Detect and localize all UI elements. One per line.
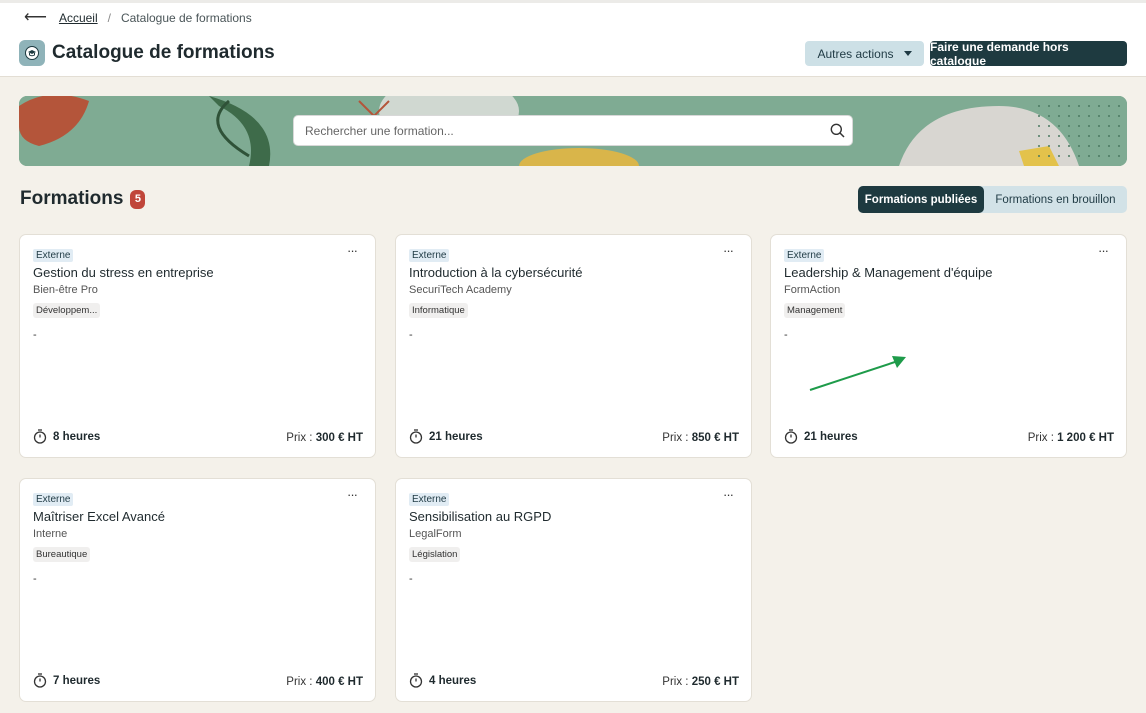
tab-draft[interactable]: Formations en brouillon	[984, 186, 1127, 213]
category-tag: Management	[784, 303, 846, 318]
more-options-icon[interactable]: ···	[347, 488, 358, 501]
card-provider: LegalForm	[409, 528, 462, 540]
card-price: Prix : 850 € HT	[662, 432, 739, 444]
price-label: Prix :	[286, 432, 316, 444]
stopwatch-icon	[409, 429, 423, 444]
tab-published[interactable]: Formations publiées	[858, 186, 984, 213]
search-box	[293, 115, 853, 146]
category-tag: Bureautique	[33, 547, 91, 562]
card-duration: 4 heures	[409, 673, 476, 688]
card-title: Sensibilisation au RGPD	[409, 509, 552, 524]
type-badge: Externe	[409, 249, 450, 262]
more-options-icon[interactable]: ···	[723, 488, 734, 501]
category-tag: Développem...	[33, 303, 101, 318]
card-description: -	[784, 329, 788, 341]
card-price: Prix : 1 200 € HT	[1028, 432, 1114, 444]
card-provider: SecuriTech Academy	[409, 284, 512, 296]
price-label: Prix :	[662, 432, 692, 444]
type-badge: Externe	[409, 493, 450, 506]
card-description: -	[33, 329, 37, 341]
card-duration: 7 heures	[33, 673, 100, 688]
hero-banner	[19, 96, 1127, 166]
stopwatch-icon	[409, 673, 423, 688]
breadcrumb-home-link[interactable]: Accueil	[59, 11, 98, 25]
more-options-icon[interactable]: ···	[723, 244, 734, 257]
card-title: Maîtriser Excel Avancé	[33, 509, 165, 524]
card-provider: Interne	[33, 528, 68, 540]
training-card[interactable]: Externe ··· Leadership & Management d'éq…	[770, 234, 1127, 458]
type-badge: Externe	[33, 249, 74, 262]
card-duration: 8 heures	[33, 429, 100, 444]
breadcrumb-separator: /	[107, 11, 111, 25]
price-label: Prix :	[1027, 432, 1058, 444]
category-tag: Informatique	[409, 303, 468, 318]
price-value: 850 € HT	[691, 432, 739, 444]
card-description: -	[409, 573, 413, 585]
card-price: Prix : 250 € HT	[662, 676, 739, 688]
price-value: 400 € HT	[315, 676, 363, 688]
card-price: Prix : 300 € HT	[286, 432, 363, 444]
category-tag: Législation	[409, 547, 461, 562]
card-description: -	[33, 573, 37, 585]
card-title: Leadership & Management d'équipe	[784, 265, 993, 280]
card-provider: FormAction	[784, 284, 841, 296]
section-heading: Formations 5	[20, 188, 146, 210]
type-badge: Externe	[784, 249, 825, 262]
other-actions-dropdown[interactable]: Autres actions	[805, 41, 924, 66]
stopwatch-icon	[33, 673, 47, 688]
price-value: 300 € HT	[315, 432, 363, 444]
stopwatch-icon	[33, 429, 47, 444]
card-price: Prix : 400 € HT	[286, 676, 363, 688]
card-title: Gestion du stress en entreprise	[33, 265, 214, 280]
price-label: Prix :	[286, 676, 316, 688]
price-value: 250 € HT	[691, 676, 739, 688]
card-provider: Bien-être Pro	[33, 284, 98, 296]
breadcrumb: ⟵ Accueil / Catalogue de formations	[24, 10, 252, 26]
price-value: 1 200 € HT	[1057, 432, 1114, 444]
more-options-icon[interactable]: ···	[1098, 244, 1109, 257]
training-card[interactable]: Externe ··· Sensibilisation au RGPD Lega…	[395, 478, 752, 702]
page-title: Catalogue de formations	[52, 42, 275, 63]
page-header: ⟵ Accueil / Catalogue de formations Cata…	[0, 0, 1146, 77]
type-badge: Externe	[33, 493, 74, 506]
card-description: -	[409, 329, 413, 341]
request-off-catalogue-button[interactable]: Faire une demande hors catalogue	[930, 40, 1127, 68]
duration-value: 7 heures	[53, 674, 101, 687]
training-card[interactable]: Externe ··· Gestion du stress en entrepr…	[19, 234, 376, 458]
stopwatch-icon	[784, 429, 798, 444]
card-title: Introduction à la cybersécurité	[409, 265, 583, 280]
more-options-icon[interactable]: ···	[347, 244, 358, 257]
other-actions-label: Autres actions	[817, 46, 894, 61]
caret-down-icon	[903, 51, 912, 56]
duration-value: 4 heures	[429, 674, 477, 687]
back-arrow-icon[interactable]: ⟵	[24, 10, 47, 26]
duration-value: 21 heures	[804, 430, 858, 443]
duration-value: 21 heures	[429, 430, 483, 443]
card-duration: 21 heures	[409, 429, 483, 444]
duration-value: 8 heures	[53, 430, 101, 443]
count-badge: 5	[130, 189, 146, 209]
graduation-cap-icon	[19, 40, 45, 66]
search-input[interactable]	[305, 123, 822, 138]
card-duration: 21 heures	[784, 429, 858, 444]
annotation-arrow-icon	[809, 356, 906, 391]
price-label: Prix :	[662, 676, 692, 688]
breadcrumb-current: Catalogue de formations	[120, 11, 252, 25]
training-card[interactable]: Externe ··· Introduction à la cybersécur…	[395, 234, 752, 458]
training-card[interactable]: Externe ··· Maîtriser Excel Avancé Inter…	[19, 478, 376, 702]
section-title: Formations	[20, 188, 124, 209]
search-icon[interactable]	[822, 123, 852, 138]
publication-toggle: Formations publiées Formations en brouil…	[858, 186, 1127, 213]
